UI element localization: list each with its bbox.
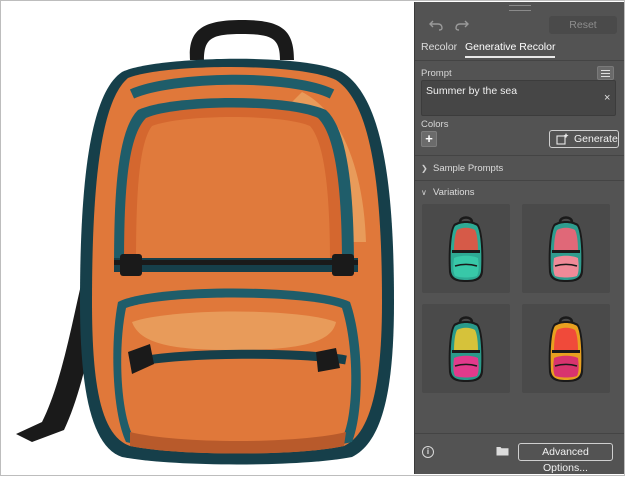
colors-label: Colors bbox=[421, 119, 449, 130]
generate-label: Generate bbox=[574, 133, 618, 145]
folder-icon[interactable] bbox=[496, 445, 509, 459]
tab-generative-recolor[interactable]: Generative Recolor bbox=[465, 41, 556, 58]
variation-thumbnail[interactable] bbox=[522, 304, 610, 393]
chevron-right-icon: ❯ bbox=[421, 164, 428, 173]
artboard-canvas[interactable] bbox=[2, 2, 412, 474]
undo-icon[interactable] bbox=[427, 16, 445, 34]
variation-thumbnail[interactable] bbox=[422, 204, 510, 293]
divider bbox=[415, 60, 624, 61]
variation-thumbnail[interactable] bbox=[522, 204, 610, 293]
tab-recolor[interactable]: Recolor bbox=[421, 41, 457, 53]
sample-prompts-label: Sample Prompts bbox=[433, 163, 504, 174]
divider bbox=[415, 433, 624, 434]
backpack-artwork[interactable] bbox=[2, 2, 412, 474]
generate-icon bbox=[556, 133, 569, 145]
backpack-variation-icon bbox=[548, 216, 584, 282]
prompt-input[interactable]: Summer by the sea × bbox=[421, 80, 616, 116]
add-color-button[interactable]: + bbox=[421, 131, 437, 147]
variations-toggle[interactable]: ∨ Variations bbox=[421, 187, 475, 198]
sample-prompts-toggle[interactable]: ❯ Sample Prompts bbox=[421, 163, 503, 174]
redo-icon[interactable] bbox=[453, 16, 471, 34]
divider bbox=[415, 155, 624, 156]
backpack-variation-icon bbox=[448, 316, 484, 382]
info-icon[interactable]: i bbox=[422, 446, 434, 458]
prompt-menu-button[interactable] bbox=[597, 66, 614, 80]
generative-recolor-panel: Reset Recolor Generative Recolor Prompt … bbox=[414, 2, 624, 474]
plus-icon: + bbox=[425, 131, 433, 146]
reset-button[interactable]: Reset bbox=[549, 16, 617, 34]
generate-button[interactable]: Generate bbox=[549, 130, 619, 148]
chevron-down-icon: ∨ bbox=[421, 188, 427, 197]
app-frame: Reset Recolor Generative Recolor Prompt … bbox=[0, 0, 625, 476]
backpack-variation-icon bbox=[548, 316, 584, 382]
variation-thumbnail[interactable] bbox=[422, 304, 510, 393]
panel-grip[interactable] bbox=[509, 5, 531, 11]
variations-label: Variations bbox=[433, 187, 475, 198]
prompt-value: Summer by the sea bbox=[426, 85, 518, 97]
clear-icon[interactable]: × bbox=[604, 92, 610, 104]
backpack-variation-icon bbox=[448, 216, 484, 282]
advanced-options-button[interactable]: Advanced Options... bbox=[518, 443, 613, 474]
prompt-label: Prompt bbox=[421, 68, 452, 79]
divider bbox=[415, 180, 624, 181]
